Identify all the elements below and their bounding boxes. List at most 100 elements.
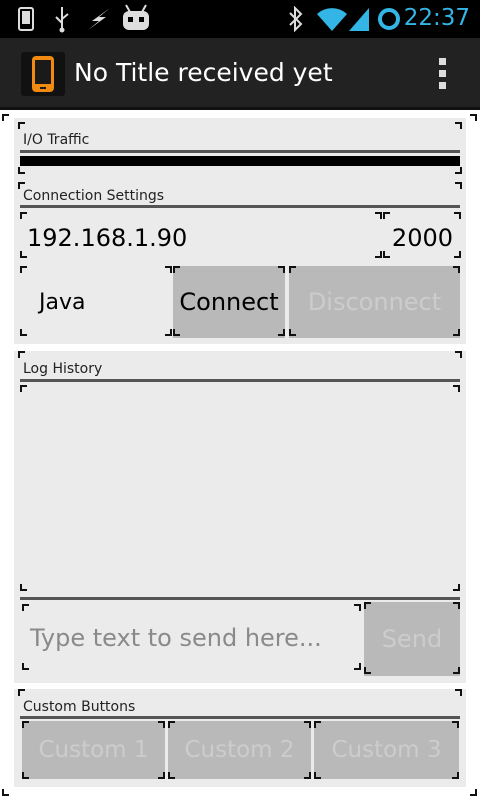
frame-corner [173, 329, 180, 336]
frame-corner [383, 251, 390, 258]
frame-corner [304, 772, 311, 779]
frame-corner [470, 114, 477, 121]
send-text-input[interactable]: Type text to send here... [20, 602, 363, 674]
disconnect-button[interactable]: Disconnect [289, 266, 460, 338]
frame-corner [453, 602, 460, 609]
frame-corner [354, 663, 361, 670]
frame-corner [22, 663, 29, 670]
divider [20, 716, 460, 719]
frame-corner [314, 721, 321, 728]
frame-corner [375, 212, 382, 219]
frame-corner [168, 772, 175, 779]
frame-corner [364, 667, 371, 674]
overflow-menu-icon[interactable] [439, 58, 447, 90]
frame-corner [22, 604, 29, 611]
phone-icon [18, 7, 34, 31]
frame-corner [304, 721, 311, 728]
frame-corner [158, 772, 165, 779]
send-label: Send [381, 625, 443, 653]
android-face-icon [123, 4, 149, 30]
divider [20, 150, 460, 153]
connect-label: Connect [179, 288, 279, 316]
frame-corner [22, 721, 29, 728]
custom-buttons-panel: Custom Buttons Custom 1 Custom 2 Custom … [14, 689, 466, 787]
frame-corner [364, 602, 371, 609]
frame-corner [455, 182, 462, 189]
ip-field[interactable]: 192.168.1.90 [20, 210, 382, 260]
frame-corner [383, 212, 390, 219]
frame-corner [18, 689, 25, 696]
frame-corner [453, 667, 460, 674]
frame-corner [20, 385, 27, 392]
main-content: I/O Traffic Connection Settings 192.168.… [0, 110, 480, 800]
frame-corner [20, 329, 27, 336]
log-history-label: Log History [23, 361, 103, 377]
frame-corner [455, 167, 462, 174]
port-value: 2000 [391, 224, 453, 252]
io-traffic-bar [20, 156, 460, 166]
disconnect-label: Disconnect [307, 288, 442, 316]
frame-corner [2, 114, 9, 121]
frame-corner [158, 721, 165, 728]
signal-icon [349, 8, 369, 31]
custom-button-2-label: Custom 2 [184, 737, 295, 763]
frame-corner [454, 212, 461, 219]
frame-corner [452, 721, 459, 728]
send-button[interactable]: Send [364, 602, 460, 676]
frame-corner [20, 584, 27, 591]
connect-button[interactable]: Connect [173, 266, 285, 338]
frame-corner [455, 689, 462, 696]
frame-corner [20, 266, 27, 273]
sync-ring-icon [378, 8, 400, 30]
frame-corner [375, 251, 382, 258]
frame-corner [470, 789, 477, 796]
custom-button-3[interactable]: Custom 3 [314, 721, 459, 779]
frame-corner [452, 772, 459, 779]
frame-corner [278, 266, 285, 273]
port-field[interactable]: 2000 [383, 210, 461, 260]
connection-settings-label: Connection Settings [23, 188, 165, 204]
frame-corner [454, 251, 461, 258]
frame-corner [20, 212, 27, 219]
custom-button-2[interactable]: Custom 2 [168, 721, 311, 779]
ip-value: 192.168.1.90 [27, 224, 188, 252]
action-bar: No Title received yet [0, 38, 480, 110]
custom-button-1[interactable]: Custom 1 [22, 721, 165, 779]
wifi-icon [317, 8, 347, 32]
frame-corner [22, 772, 29, 779]
frame-corner [168, 721, 175, 728]
divider [20, 205, 460, 208]
connection-settings-panel: Connection Settings 192.168.1.90 2000 Ja… [14, 178, 466, 344]
frame-corner [453, 584, 460, 591]
mode-spinner[interactable]: Java [20, 266, 172, 338]
frame-corner [173, 266, 180, 273]
divider [20, 597, 460, 600]
frame-corner [278, 329, 285, 336]
log-history-list[interactable] [20, 383, 460, 593]
send-text-placeholder: Type text to send here... [30, 624, 322, 652]
custom-buttons-label: Custom Buttons [23, 699, 136, 715]
frame-corner [314, 772, 321, 779]
io-traffic-panel: I/O Traffic [14, 118, 466, 178]
divider [20, 379, 460, 382]
log-history-panel: Log History Type text to send here... Se… [14, 351, 466, 683]
frame-corner [455, 351, 462, 358]
mode-value: Java [39, 290, 86, 315]
bluetooth-icon [289, 6, 303, 32]
frame-corner [18, 351, 25, 358]
frame-corner [453, 329, 460, 336]
frame-corner [354, 604, 361, 611]
frame-corner [165, 266, 172, 273]
frame-corner [2, 789, 9, 796]
status-bar: 22:37 [0, 0, 480, 38]
frame-corner [18, 167, 25, 174]
frame-corner [165, 329, 172, 336]
usb-icon [55, 7, 69, 33]
frame-corner [289, 266, 296, 273]
io-traffic-label: I/O Traffic [23, 132, 90, 148]
custom-button-3-label: Custom 3 [331, 737, 442, 763]
phone-app-icon[interactable] [21, 52, 65, 96]
frame-corner [18, 122, 25, 129]
charging-icon [88, 8, 110, 30]
frame-corner [20, 251, 27, 258]
